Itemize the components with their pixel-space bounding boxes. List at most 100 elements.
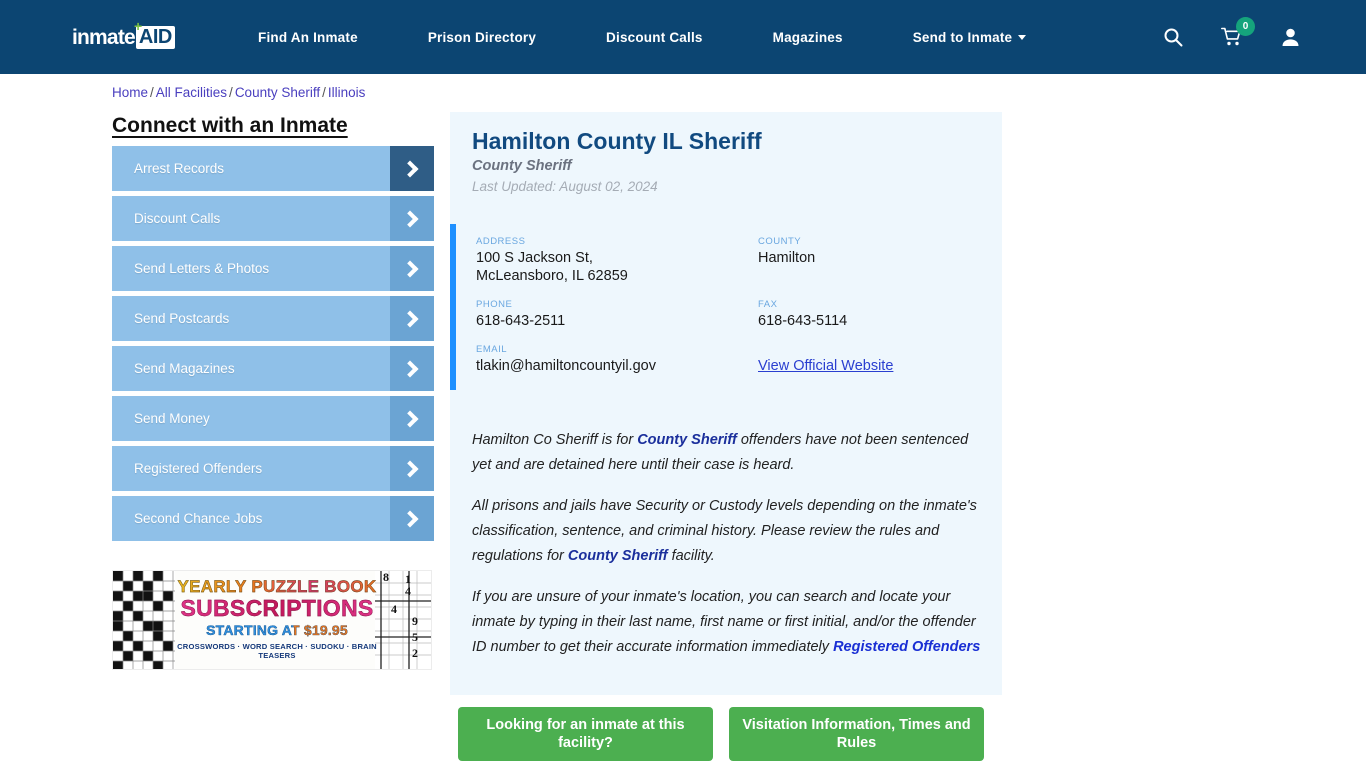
paragraph-3: If you are unsure of your inmate's locat… [472, 585, 984, 660]
sidebar-item-label: Send Magazines [134, 361, 235, 376]
sudoku-grid-graphic: 8 1 4 4 9 5 2 [375, 571, 431, 669]
field-county: COUNTY Hamilton [758, 236, 986, 285]
sidebar-item-arrest-records[interactable]: Arrest Records [112, 146, 434, 191]
inline-link-registered-offenders[interactable]: Registered Offenders [833, 639, 980, 655]
svg-text:8: 8 [383, 571, 389, 584]
chevron-right-icon [390, 346, 434, 391]
breadcrumb-separator: / [150, 85, 154, 100]
nav-item-find-an-inmate[interactable]: Find An Inmate [258, 30, 358, 45]
main-navigation: Find An Inmate Prison Directory Discount… [258, 0, 1027, 74]
svg-text:4: 4 [391, 602, 397, 616]
field-label: PHONE [476, 299, 513, 310]
ad-line-1: YEARLY PUZZLE BOOK [175, 577, 379, 597]
ad-line-4: CROSSWORDS · WORD SEARCH · SUDOKU · BRAI… [177, 642, 377, 660]
chevron-right-icon [390, 296, 434, 341]
site-logo[interactable]: inmate AID + [72, 19, 175, 50]
sidebar-item-label: Send Letters & Photos [134, 261, 270, 276]
crossword-grid-graphic [113, 571, 175, 669]
sidebar-menu: Arrest Records Discount Calls Send Lette… [112, 146, 434, 546]
svg-text:5: 5 [412, 630, 418, 644]
field-label: FAX [758, 299, 778, 310]
inline-link-county-sheriff[interactable]: County Sheriff [568, 548, 668, 564]
chevron-right-icon [390, 496, 434, 541]
sidebar-item-label: Registered Offenders [134, 461, 263, 476]
looking-for-inmate-button[interactable]: Looking for an inmate at this facility? [458, 707, 713, 761]
logo-wordmark: inmate [72, 25, 136, 49]
inline-link-county-sheriff[interactable]: County Sheriff [637, 432, 737, 448]
breadcrumb: Home / All Facilities / County Sheriff / Illin… [112, 85, 365, 100]
paragraph-1: Hamilton Co Sheriff is for County Sherif… [472, 428, 984, 478]
breadcrumb-item-all-facilities[interactable]: All Facilities [156, 85, 227, 100]
svg-text:9: 9 [412, 614, 418, 628]
chevron-right-icon [390, 396, 434, 441]
field-address: ADDRESS 100 S Jackson St, McLeansboro, I… [476, 236, 758, 285]
nav-item-magazines[interactable]: Magazines [773, 30, 843, 45]
page-title: Hamilton County IL Sheriff [472, 128, 762, 154]
facility-panel: Hamilton County IL Sheriff County Sherif… [450, 112, 1002, 695]
sidebar-title: Connect with an Inmate [112, 114, 348, 137]
official-website-link[interactable]: View Official Website [758, 358, 893, 374]
field-value: McLeansboro, IL 62859 [476, 268, 628, 284]
nav-item-send-to-inmate[interactable]: Send to Inmate [913, 30, 1027, 45]
field-value: 618-643-2511 [476, 313, 566, 329]
field-value: 618-643-5114 [758, 313, 848, 329]
field-value: Hamilton [758, 250, 816, 266]
sidebar-item-label: Send Postcards [134, 311, 230, 326]
field-label: ADDRESS [476, 236, 526, 247]
cart-count-badge: 0 [1236, 17, 1255, 36]
svg-text:4: 4 [405, 584, 411, 598]
svg-text:2: 2 [412, 646, 418, 660]
breadcrumb-separator: / [322, 85, 326, 100]
visitation-info-button[interactable]: Visitation Information, Times and Rules [729, 707, 984, 761]
last-updated-text: Last Updated: August 02, 2024 [472, 179, 658, 194]
ad-line-2: SUBSCRIPTIONS [175, 595, 379, 622]
field-fax: FAX 618-643-5114 [758, 299, 986, 330]
chevron-right-icon [390, 246, 434, 291]
paragraph-1-text-a: Hamilton Co Sheriff is for [472, 432, 638, 448]
sidebar-item-label: Send Money [134, 411, 210, 426]
cta-button-row: Looking for an inmate at this facility? … [458, 707, 984, 761]
header-icon-group: 0 [1163, 0, 1300, 74]
field-official-website: View Official Website [758, 344, 986, 375]
paragraph-2: All prisons and jails have Security or C… [472, 494, 984, 569]
sidebar-item-send-magazines[interactable]: Send Magazines [112, 346, 434, 391]
sidebar-item-label: Second Chance Jobs [134, 511, 263, 526]
nav-item-prison-directory[interactable]: Prison Directory [428, 30, 536, 45]
chevron-right-icon [390, 196, 434, 241]
facility-info-grid: ADDRESS 100 S Jackson St, McLeansboro, I… [476, 236, 986, 389]
sidebar-item-send-postcards[interactable]: Send Postcards [112, 296, 434, 341]
sidebar-item-send-money[interactable]: Send Money [112, 396, 434, 441]
breadcrumb-item-county-sheriff[interactable]: County Sheriff [235, 85, 320, 100]
sidebar-item-label: Arrest Records [134, 161, 225, 176]
breadcrumb-separator: / [229, 85, 233, 100]
field-label: COUNTY [758, 236, 802, 247]
site-header: inmate AID + Find An Inmate Prison Direc… [0, 0, 1366, 74]
paragraph-2-text-a: All prisons and jails have Security or C… [472, 498, 977, 564]
sidebar-item-registered-offenders[interactable]: Registered Offenders [112, 446, 434, 491]
field-email: EMAIL tlakin@hamiltoncountyil.gov [476, 344, 758, 375]
nav-item-discount-calls[interactable]: Discount Calls [606, 30, 703, 45]
info-accent-bar [450, 224, 456, 390]
logo-plus-icon: + [134, 18, 143, 34]
cart-icon[interactable]: 0 [1221, 17, 1255, 47]
sidebar-item-discount-calls[interactable]: Discount Calls [112, 196, 434, 241]
paragraph-2-text-b: facility. [667, 548, 715, 564]
field-label: EMAIL [476, 344, 508, 355]
user-icon[interactable] [1281, 27, 1300, 47]
nav-item-send-to-inmate-label: Send to Inmate [912, 29, 1013, 45]
sidebar-item-second-chance-jobs[interactable]: Second Chance Jobs [112, 496, 434, 541]
ad-text-block: YEARLY PUZZLE BOOK SUBSCRIPTIONS STARTIN… [175, 577, 379, 660]
facility-type: County Sheriff [472, 158, 572, 174]
field-value: tlakin@hamiltoncountyil.gov [476, 358, 656, 374]
field-phone: PHONE 618-643-2511 [476, 299, 758, 330]
chevron-right-icon [390, 146, 434, 191]
chevron-down-icon [1018, 34, 1027, 40]
sidebar-item-send-letters-photos[interactable]: Send Letters & Photos [112, 246, 434, 291]
chevron-right-icon [390, 446, 434, 491]
puzzle-book-ad-banner[interactable]: 8 1 4 4 9 5 2 YEARLY PUZZLE BOOK SUBSCRI… [112, 570, 432, 670]
breadcrumb-item-home[interactable]: Home [112, 85, 148, 100]
breadcrumb-item-illinois[interactable]: Illinois [328, 85, 366, 100]
search-icon[interactable] [1163, 27, 1183, 47]
facility-description: Hamilton Co Sheriff is for County Sherif… [472, 428, 984, 660]
sidebar-item-label: Discount Calls [134, 211, 221, 226]
